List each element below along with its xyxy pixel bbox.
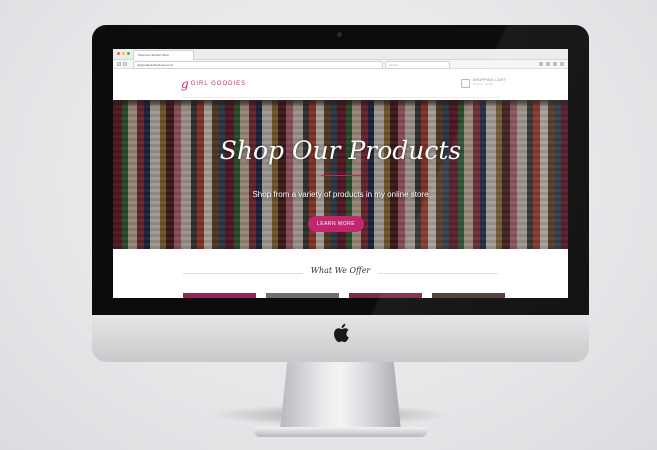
monitor-stand: [280, 362, 401, 430]
offer-thumb[interactable]: [266, 293, 339, 298]
monitor-base: [254, 427, 427, 437]
offer-thumb[interactable]: [183, 293, 256, 298]
window-controls[interactable]: [117, 52, 130, 55]
hero-divider: [321, 175, 361, 176]
logo-text: GIRL GOODIES: [190, 81, 247, 87]
screen-bezel: Shopover Extract Store girlgoodiesinthec…: [92, 25, 589, 315]
monitor-chin: [92, 315, 589, 362]
camera: [337, 32, 342, 37]
address-bar[interactable]: girlgoodiesinthecloset.com/: [133, 61, 383, 69]
forward-icon: [123, 62, 127, 66]
logo-glyph: g: [181, 77, 189, 91]
imac-monitor: Shopover Extract Store girlgoodiesinthec…: [92, 25, 589, 437]
nav-buttons[interactable]: [117, 62, 127, 66]
apple-logo-icon: [334, 323, 349, 343]
back-icon: [117, 62, 121, 66]
browser-tab[interactable]: Shopover Extract Store: [133, 50, 194, 60]
site-logo[interactable]: g GIRL GOODIES: [181, 78, 246, 90]
learn-more-button[interactable]: LEARN MORE: [308, 216, 364, 232]
